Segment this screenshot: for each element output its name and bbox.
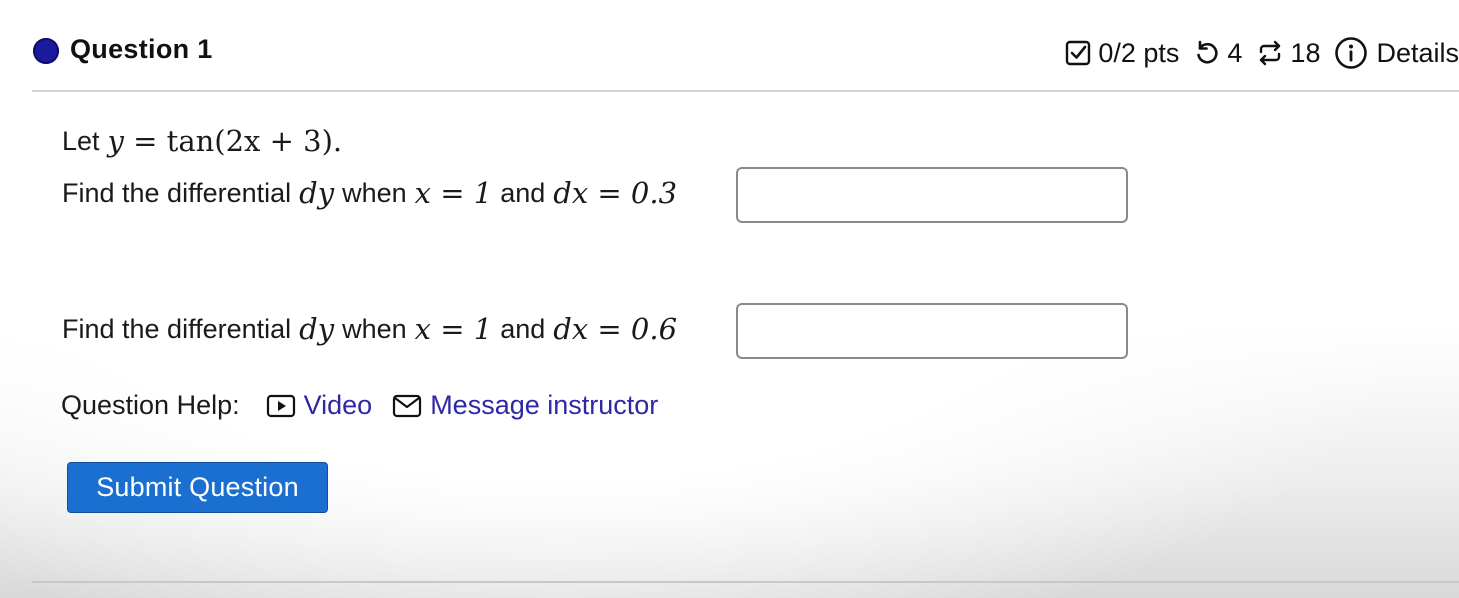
part1-text-and: and — [500, 177, 546, 208]
part1-prompt: Find the differential dy when x = 1 and … — [62, 176, 677, 210]
versions-indicator: 18 — [1256, 38, 1320, 69]
part1-text-find: Find the differential — [62, 177, 292, 208]
part2-dx-eq: dx = 0.6 — [553, 312, 678, 346]
intro-math-rhs: = tan(2x + 3). — [133, 124, 343, 158]
question-header: Question 1 0/2 pts 4 18 Details — [0, 0, 1459, 92]
info-icon — [1335, 37, 1368, 69]
part2-text-find: Find the differential — [62, 313, 292, 344]
message-instructor-link[interactable]: Message instructor — [392, 390, 658, 421]
part2-text-when: when — [342, 313, 407, 344]
checkbox-icon — [1066, 40, 1091, 66]
play-icon — [266, 394, 295, 417]
message-label: Message instructor — [430, 390, 659, 420]
problem-statement: Let y = tan(2x + 3). — [62, 124, 342, 158]
details-button[interactable]: Details — [1334, 36, 1459, 70]
part1-dx-eq: dx = 0.3 — [553, 176, 678, 210]
header-divider — [32, 90, 1459, 92]
part2-prompt: Find the differential dy when x = 1 and … — [62, 312, 677, 346]
part1-answer-input[interactable] — [736, 167, 1128, 223]
part1-dy: dy — [299, 176, 335, 210]
question-meta: 0/2 pts 4 18 Details — [1050, 36, 1459, 70]
video-link[interactable]: Video — [266, 390, 373, 421]
part1-x-eq: x = 1 — [414, 176, 493, 210]
part2-text-and: and — [500, 313, 546, 344]
undo-icon — [1197, 40, 1218, 64]
video-label: Video — [303, 390, 373, 420]
repeat-icon — [1260, 40, 1281, 66]
attempts-indicator: 4 — [1193, 38, 1242, 69]
part2-answer-input[interactable] — [736, 303, 1128, 359]
versions-text: 18 — [1290, 37, 1321, 68]
part2-x-eq: x = 1 — [414, 312, 493, 346]
part2-dy: dy — [299, 312, 335, 346]
question-title: Question 1 — [70, 34, 213, 64]
points-text: 0/2 pts — [1098, 37, 1180, 68]
question-status-dot — [33, 38, 59, 64]
envelope-icon — [393, 394, 422, 417]
part1-text-when: when — [342, 177, 407, 208]
intro-math: y = tan(2x + 3). — [108, 124, 343, 158]
submit-question-button[interactable]: Submit Question — [67, 462, 328, 513]
points-indicator: 0/2 pts — [1064, 38, 1179, 69]
help-label: Question Help: — [61, 390, 240, 420]
attempts-text: 4 — [1227, 37, 1243, 68]
intro-text: Let — [62, 125, 100, 156]
intro-math-lhs: y — [107, 124, 124, 158]
footer-divider — [32, 581, 1459, 583]
details-label: Details — [1376, 37, 1459, 68]
question-help: Question Help: Video Message instructor — [61, 390, 658, 421]
